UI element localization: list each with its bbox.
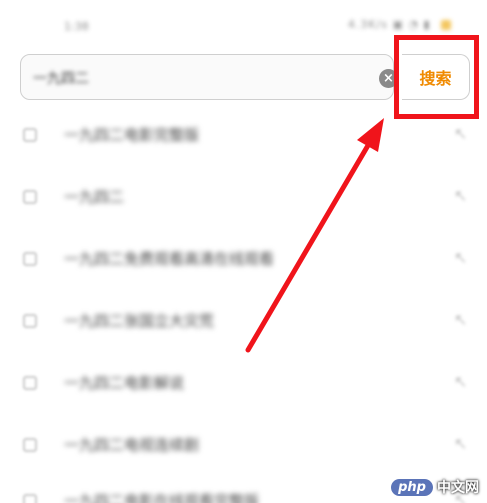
watermark-text: 中文网	[437, 480, 479, 496]
search-query-text: 一九四二	[33, 71, 89, 87]
fill-arrow-icon[interactable]: ↖	[454, 248, 467, 267]
fill-arrow-icon[interactable]: ↖	[454, 310, 467, 329]
suggestion-text: 一九四二电影解说	[64, 374, 185, 392]
list-item[interactable]: 一九四二张国立大灾荒 ↖	[0, 296, 487, 346]
history-icon	[23, 190, 37, 204]
history-icon	[23, 252, 37, 266]
history-icon	[23, 314, 37, 328]
suggestion-text: 一九四二电视连续剧	[64, 436, 200, 454]
status-time: 1:38	[64, 20, 89, 33]
suggestion-text: 一九四二	[64, 188, 125, 206]
suggestion-text: 一九四二电影在线观看完整版	[64, 492, 260, 503]
history-icon	[23, 376, 37, 390]
search-input[interactable]: 一九四二 ×	[20, 54, 398, 100]
fill-arrow-icon[interactable]: ↖	[454, 434, 467, 453]
watermark-badge: php	[391, 478, 433, 496]
watermark: php 中文网	[391, 477, 479, 497]
fill-arrow-icon[interactable]: ↖	[454, 124, 467, 143]
history-icon	[23, 438, 37, 452]
screen: 1:38 4.3K/s ▣ ◔ ▮ 一九四二 × 搜索 一九四二电影完整版 ↖ …	[0, 0, 487, 503]
status-indicators: 4.3K/s ▣ ◔ ▮	[348, 18, 451, 31]
status-indicators-text: 4.3K/s ▣ ◔ ▮	[347, 18, 431, 31]
highlight-box	[394, 35, 479, 119]
list-item[interactable]: 一九四二免费观看高清在线观看 ↖	[0, 234, 487, 284]
list-item[interactable]: 一九四二 ↖	[0, 172, 487, 222]
list-item[interactable]: 一九四二电影解说 ↖	[0, 358, 487, 408]
history-icon	[23, 128, 37, 142]
status-bar: 1:38 4.3K/s ▣ ◔ ▮	[0, 0, 487, 40]
suggestion-text: 一九四二电影完整版	[64, 126, 200, 144]
list-item[interactable]: 一九四二电视连续剧 ↖	[0, 420, 487, 470]
suggestion-text: 一九四二张国立大灾荒	[64, 312, 215, 330]
fill-arrow-icon[interactable]: ↖	[454, 372, 467, 391]
list-item[interactable]: 一九四二电影完整版 ↖	[0, 110, 487, 160]
suggestion-text: 一九四二免费观看高清在线观看	[64, 250, 275, 268]
fill-arrow-icon[interactable]: ↖	[454, 186, 467, 205]
history-icon	[23, 494, 37, 503]
battery-icon	[441, 20, 451, 30]
